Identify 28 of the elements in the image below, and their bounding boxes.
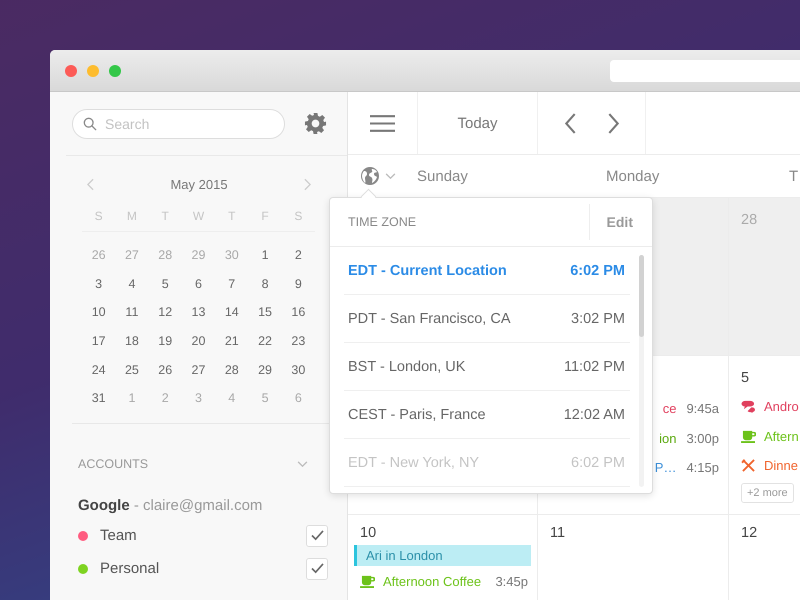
- day-number: 28: [740, 212, 758, 228]
- day-number: 10: [359, 525, 378, 541]
- time-zone-name: BST - London, UK: [348, 358, 466, 374]
- popover-heading: TIME ZONE: [347, 215, 418, 229]
- account-label: Google - claire@gmail.com: [78, 497, 264, 514]
- accounts-heading: ACCOUNTS: [78, 457, 148, 472]
- time-zone-time: 11:02 PM: [564, 358, 625, 374]
- time-zone-name: CEST - Paris, France: [348, 406, 486, 422]
- event-time: 3:00p: [686, 430, 719, 446]
- day-number: 11: [549, 525, 566, 541]
- weekday-header: T: [789, 168, 798, 184]
- month-title: May 2015: [170, 176, 228, 192]
- time-zone-name: EDT - Current Location: [348, 262, 507, 278]
- time-zone-time: 12:02 AM: [564, 406, 625, 422]
- time-zone-time: 3:02 PM: [571, 310, 625, 326]
- event-time: 3:45p: [495, 574, 529, 588]
- time-zone-time: 6:02 PM: [570, 262, 625, 278]
- calendar-name: Personal: [100, 560, 160, 578]
- weekday-header: Monday: [606, 168, 660, 184]
- event-time: 4:15p: [686, 460, 719, 476]
- event-time: 9:45a: [686, 401, 719, 416]
- time-zone-name: PDT - San Francisco, CA: [348, 310, 511, 326]
- day-number: 12: [740, 525, 758, 541]
- calendar-name: Team: [100, 527, 138, 544]
- time-zone-name: EDT - New York, NY: [348, 454, 480, 470]
- day-number: 5: [740, 370, 750, 386]
- time-zone-time: 6:02 PM: [571, 454, 625, 470]
- weekday-header: Sunday: [417, 168, 468, 184]
